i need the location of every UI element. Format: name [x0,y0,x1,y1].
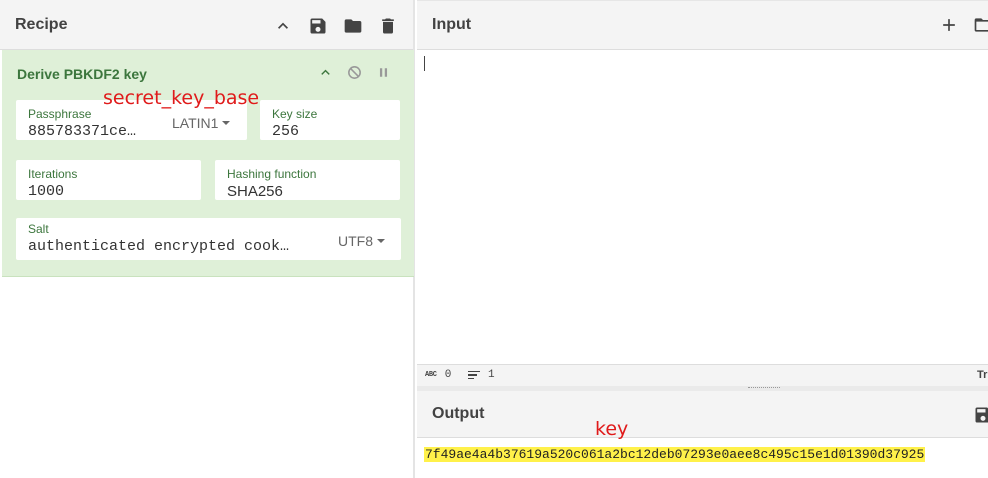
salt-encoding-value: UTF8 [338,233,373,249]
recipe-header: Recipe [0,0,413,50]
resize-handle[interactable] [748,387,780,389]
passphrase-label: Passphrase [28,107,92,121]
key-size-field[interactable]: Key size 256 [260,100,400,140]
iterations-field[interactable]: Iterations 1000 [16,160,201,200]
salt-encoding-dropdown[interactable]: UTF8 [338,233,385,249]
input-text-area[interactable] [424,56,425,71]
derive-pbkdf2-operation: Derive PBKDF2 key Passphrase 885783371ce… [2,50,414,277]
passphrase-value: 885783371ce… [28,123,137,140]
operation-title: Derive PBKDF2 key [17,66,147,82]
input-header: Input [417,0,988,50]
disable-icon[interactable] [346,64,363,86]
iterations-label: Iterations [28,167,78,181]
add-icon[interactable] [939,15,959,40]
salt-label: Salt [28,222,49,236]
collapse-icon[interactable] [317,64,334,86]
open-folder-icon[interactable] [973,15,988,40]
input-pane: Input ABC 0 1 Tr [417,0,988,386]
chevron-down-icon [222,121,231,125]
chevron-down-icon [377,239,385,243]
input-title: Input [432,16,472,33]
output-value[interactable]: 7f49ae4a4b37619a520c061a2bc12deb07293e0a… [424,447,926,462]
passphrase-encoding-dropdown[interactable]: LATIN1 [172,115,231,131]
text-format-icon[interactable]: Tr [977,369,987,381]
output-title: Output [432,405,485,422]
output-header: Output [417,391,988,438]
input-status-bar: ABC 0 1 Tr [417,364,988,386]
save-icon[interactable] [307,15,329,37]
line-count-value: 1 [488,369,495,381]
lines-icon [468,370,480,380]
output-pane: Output 7f49ae4a4b37619a520c061a2bc12deb0… [417,386,988,478]
line-count: 1 [468,369,495,381]
hashing-function-value: SHA256 [227,183,283,200]
recipe-title: Recipe [15,15,68,33]
key-annotation: key [595,418,629,440]
iterations-value: 1000 [28,183,65,200]
trash-icon[interactable] [377,15,399,37]
hashing-function-field[interactable]: Hashing function SHA256 [215,160,400,200]
recipe-pane: Recipe Derive PBKDF2 key Passphrase 8857… [0,0,415,478]
salt-field[interactable]: Salt authenticated encrypted cook… UTF8 [16,218,401,260]
char-count-value: 0 [444,369,452,381]
passphrase-encoding-value: LATIN1 [172,115,219,131]
save-output-icon[interactable] [973,405,988,430]
salt-value: authenticated encrypted cook… [28,238,290,255]
key-size-label: Key size [272,107,318,121]
folder-icon[interactable] [342,15,364,37]
pause-icon[interactable] [375,64,392,86]
chevron-up-icon[interactable] [272,15,294,37]
char-count: ABC 0 [425,369,451,381]
key-size-value: 256 [272,123,300,140]
hashing-function-label: Hashing function [227,167,317,181]
cyberchef-window: Recipe Derive PBKDF2 key Passphrase 8857… [0,0,988,478]
secret-annotation: secret_key_base [103,87,260,109]
abc-icon: ABC [425,371,437,379]
